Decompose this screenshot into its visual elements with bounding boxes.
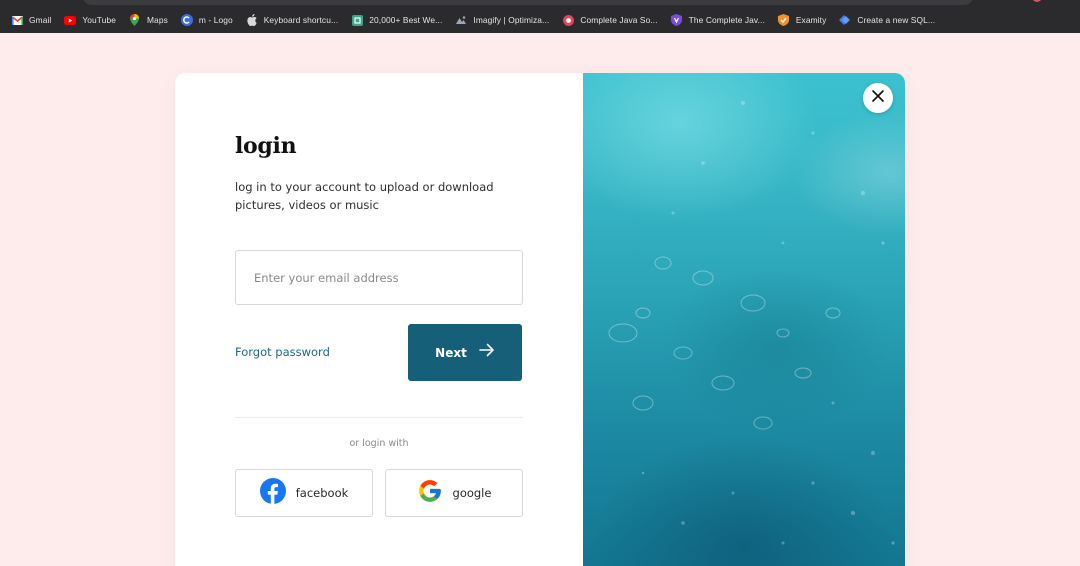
login-form: login log in to your account to upload o… (175, 73, 583, 566)
bookmark-maps[interactable]: Maps (129, 14, 168, 26)
bookmark-label: Imagify | Optimiza... (473, 15, 550, 25)
google-label: google (452, 486, 492, 500)
bookmarks-bar: Gmail YouTube Maps m - Logo Keyboard sho… (0, 0, 1080, 33)
facebook-label: facebook (295, 486, 349, 500)
imagify-icon (455, 14, 467, 26)
bookmark-examity[interactable]: Examity (778, 14, 826, 26)
shield-course-icon (671, 14, 683, 26)
maps-icon (129, 14, 141, 26)
bookmark-create-sql[interactable]: Create a new SQL... (839, 14, 935, 26)
water-texture (608, 101, 895, 545)
close-button[interactable] (863, 83, 893, 113)
bookmark-label: The Complete Jav... (688, 15, 765, 25)
bookmark-youtube[interactable]: YouTube (64, 14, 116, 26)
bookmark-m-logo[interactable]: m - Logo (180, 14, 233, 26)
arrow-right-icon (479, 343, 495, 362)
bookmark-list: Gmail YouTube Maps m - Logo Keyboard sho… (0, 12, 948, 28)
apple-icon (246, 14, 258, 26)
bookmark-label: Create a new SQL... (857, 15, 936, 25)
facebook-icon (259, 477, 286, 509)
bookmark-best-web[interactable]: 20,000+ Best We... (351, 14, 442, 26)
bookmark-label: Maps (146, 15, 168, 25)
examity-icon (778, 14, 790, 26)
login-title: login (235, 133, 297, 159)
or-login-with-label: or login with (349, 438, 409, 449)
bookmark-label: Complete Java So... (580, 15, 658, 25)
bookmark-label: 20,000+ Best We... (369, 15, 443, 25)
bookmark-label: Gmail (29, 15, 52, 25)
bookmark-label: m - Logo (198, 15, 233, 25)
sql-icon (839, 14, 851, 26)
bookmark-label: Keyboard shortcu... (263, 15, 339, 25)
facebook-login-button[interactable]: facebook (235, 469, 373, 517)
next-button[interactable]: Next (408, 324, 522, 381)
web-icon (351, 14, 363, 26)
bookmark-complete-java-so[interactable]: Complete Java So... (562, 14, 658, 26)
profile-indicator[interactable] (1032, 0, 1042, 2)
google-icon (417, 478, 443, 509)
bookmark-keyboard-shortcuts[interactable]: Keyboard shortcu... (246, 14, 339, 26)
bookmark-gmail[interactable]: Gmail (11, 14, 51, 26)
email-field[interactable] (235, 250, 523, 305)
java-course-icon (562, 14, 574, 26)
bookmark-label: Examity (795, 15, 827, 25)
bookmark-imagify[interactable]: Imagify | Optimiza... (455, 14, 549, 26)
bookmark-complete-java[interactable]: The Complete Jav... (671, 14, 765, 26)
login-modal: login log in to your account to upload o… (175, 73, 905, 566)
login-subtitle: log in to your account to upload or down… (235, 180, 494, 212)
forgot-password-link[interactable]: Forgot password (235, 345, 330, 359)
divider (235, 417, 523, 418)
close-icon (872, 89, 884, 107)
tab-strip (82, 0, 974, 5)
google-login-button[interactable]: google (385, 469, 523, 517)
logo-site-icon (180, 14, 193, 26)
gmail-icon (11, 14, 23, 26)
water-image (583, 73, 905, 566)
youtube-icon (64, 14, 77, 26)
bookmark-label: YouTube (82, 15, 116, 25)
next-button-label: Next (435, 345, 467, 360)
